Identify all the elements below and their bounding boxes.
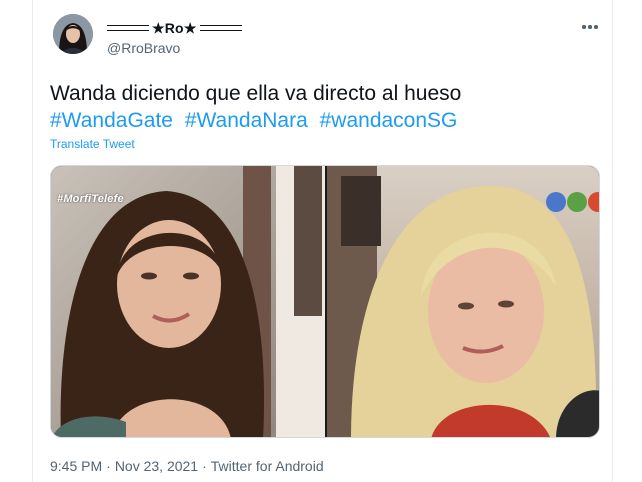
- more-horizontal-icon[interactable]: [580, 20, 600, 34]
- avatar[interactable]: [53, 14, 93, 54]
- media-watermark: #MorfiTelefe: [57, 193, 124, 205]
- tweet-date[interactable]: Nov 23, 2021: [115, 458, 198, 474]
- tweet-text-line: Wanda diciendo que ella va directo al hu…: [50, 82, 462, 105]
- name-decoration-left: [107, 25, 149, 31]
- display-name-row[interactable]: ★Ro★: [107, 19, 242, 37]
- tweet-media[interactable]: #MorfiTelefe: [50, 165, 600, 438]
- card-border-left: [32, 0, 33, 482]
- media-image: [51, 166, 599, 437]
- hashtag-link[interactable]: #wandaconSG: [320, 109, 458, 132]
- user-handle[interactable]: @RroBravo: [107, 40, 180, 56]
- hashtag-link[interactable]: #WandaNara: [185, 109, 308, 132]
- tweet-source[interactable]: Twitter for Android: [211, 458, 324, 474]
- display-name[interactable]: ★Ro★: [152, 20, 197, 37]
- hashtag-link[interactable]: #WandaGate: [50, 109, 173, 132]
- tweet-hashtags: #WandaGate #WandaNara #wandaconSG: [50, 107, 461, 134]
- tweet-metadata: 9:45 PM · Nov 23, 2021 · Twitter for Android: [50, 458, 324, 474]
- name-decoration-right: [199, 25, 242, 31]
- translate-tweet-link[interactable]: Translate Tweet: [50, 137, 135, 151]
- tweet-text: Wanda diciendo que ella va directo al hu…: [50, 80, 461, 134]
- tweet-time[interactable]: 9:45 PM: [50, 458, 102, 474]
- card-border-right: [612, 0, 613, 482]
- separator-dot: ·: [202, 458, 207, 474]
- separator-dot: ·: [106, 458, 111, 474]
